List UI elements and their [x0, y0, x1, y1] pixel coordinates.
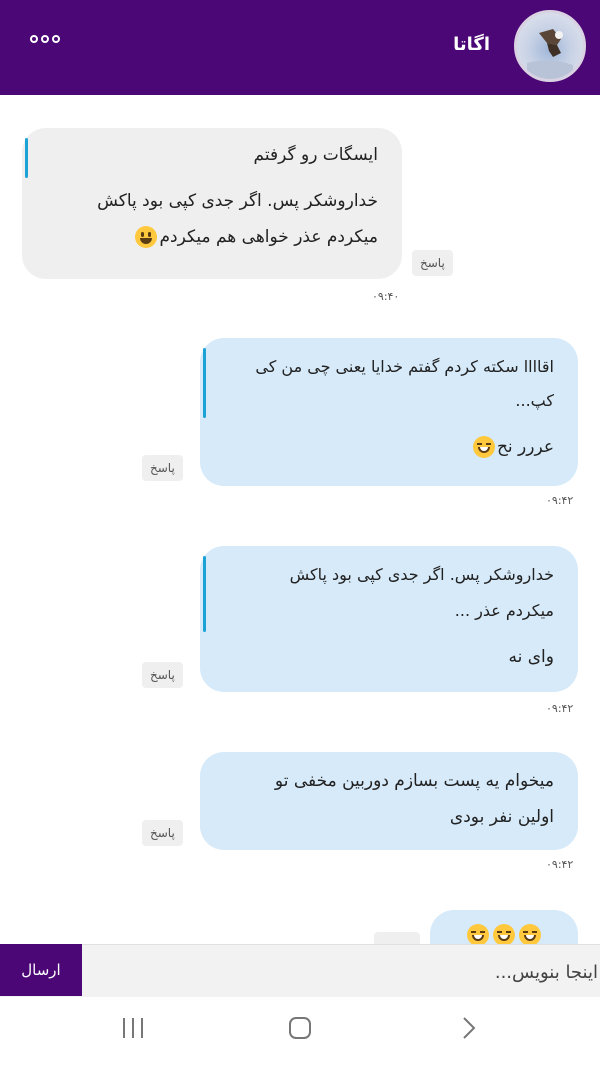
- message-text: خداروشکر پس. اگر جدی کپی بود پاکش: [97, 191, 378, 211]
- quoted-text: میکردم عذر ...: [454, 601, 554, 620]
- quote-bar: [25, 138, 28, 178]
- quoted-text: کپ...: [515, 391, 554, 410]
- chat-header: اگاتا: [0, 0, 600, 95]
- send-button[interactable]: ارسال: [0, 944, 82, 996]
- rofl-emoji-icon: [467, 924, 489, 946]
- rofl-emoji-icon: [519, 924, 541, 946]
- message-bubble-outgoing[interactable]: میخوام یه پست بسازم دوربین مخفی تو اولین…: [200, 752, 578, 850]
- message-time: ۰۹:۴۲: [546, 494, 574, 507]
- contact-avatar[interactable]: [514, 10, 586, 82]
- recent-apps-icon[interactable]: [120, 1015, 146, 1045]
- home-icon[interactable]: [287, 1015, 313, 1045]
- message-bubble-outgoing[interactable]: خداروشکر پس. اگر جدی کپی بود پاکش میکردم…: [200, 546, 578, 692]
- message-bubble-incoming[interactable]: ایسگات رو گرفتم خداروشکر پس. اگر جدی کپی…: [22, 128, 402, 279]
- reply-button[interactable]: پاسخ: [142, 455, 183, 481]
- message-text: اولین نفر بودی: [449, 807, 554, 827]
- message-time: ۰۹:۴۲: [546, 858, 574, 871]
- quote-bar: [203, 348, 206, 418]
- message-text: میخوام یه پست بسازم دوربین مخفی تو: [274, 771, 554, 791]
- reply-button[interactable]: پاسخ: [142, 662, 183, 688]
- system-navbar: [0, 997, 600, 1066]
- message-bubble-outgoing[interactable]: اقاااا سکته کردم گفتم خدایا یعنی چی من ک…: [200, 338, 578, 486]
- rofl-emoji-icon: [493, 924, 515, 946]
- message-text: عررر نح: [224, 432, 554, 462]
- back-icon[interactable]: [456, 1015, 482, 1045]
- quoted-text: ایسگات رو گرفتم: [253, 145, 378, 165]
- quoted-text: اقاااا سکته کردم گفتم خدایا یعنی چی من ک…: [255, 357, 554, 376]
- message-text: میکردم عذر خواهی هم میکردم: [46, 222, 378, 252]
- reply-button[interactable]: پاسخ: [412, 250, 453, 276]
- laugh-emoji-icon: [472, 436, 495, 458]
- message-time: ۰۹:۴۲: [546, 702, 574, 715]
- smile-emoji-icon: [135, 226, 158, 248]
- reply-button[interactable]: پاسخ: [142, 820, 183, 846]
- message-time: ۰۹:۴۰: [372, 290, 400, 303]
- contact-name[interactable]: اگاتا: [453, 34, 490, 55]
- quote-bar: [203, 556, 206, 632]
- more-options-icon[interactable]: [30, 35, 60, 43]
- message-text: وای نه: [508, 647, 555, 667]
- quoted-text: خداروشکر پس. اگر جدی کپی بود پاکش: [289, 565, 554, 584]
- message-input[interactable]: [90, 952, 600, 992]
